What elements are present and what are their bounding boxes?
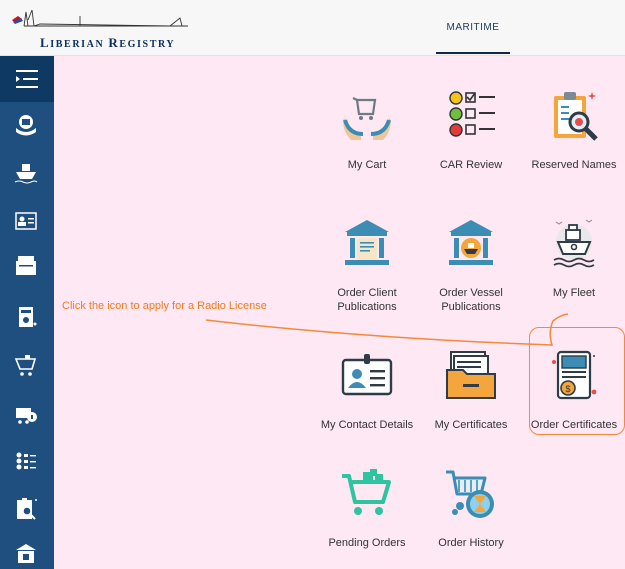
annotation-text: Click the icon to apply for a Radio Lice…: [62, 300, 267, 312]
clipboard-search-icon: [554, 92, 598, 141]
cart-icon[interactable]: [13, 353, 39, 379]
cart-hourglass-icon: [446, 470, 494, 518]
id-card-icon: [341, 354, 393, 396]
tile-my-certificates-label: My Certificates: [434, 419, 508, 431]
checklist-icon: [449, 91, 495, 137]
reserved-names-icon[interactable]: [13, 496, 39, 522]
tile-order-vessel-publications[interactable]: Order Vessel Publications: [416, 216, 526, 314]
building-ship-icon: [449, 220, 493, 265]
tile-reserved-names[interactable]: Reserved Names: [523, 88, 625, 172]
certificate-order-icon[interactable]: [13, 304, 39, 330]
tile-pending-orders[interactable]: Pending Orders: [312, 466, 422, 550]
tile-my-contact-details[interactable]: My Contact Details: [312, 348, 422, 432]
logo-wordmark: LIBERIAN REGISTRY: [40, 35, 176, 50]
tile-order-vessel-publications-label: Order Vessel Publications: [416, 286, 526, 314]
tile-my-cart-label: My Cart: [347, 159, 387, 171]
tile-order-client-publications-label: Order Client Publications: [312, 286, 422, 314]
tile-order-history[interactable]: Order History: [416, 466, 526, 550]
tile-car-review-label: CAR Review: [439, 159, 503, 171]
contact-card-icon[interactable]: [13, 208, 39, 234]
tile-my-certificates[interactable]: My Certificates: [416, 348, 526, 432]
order-history-icon[interactable]: [13, 402, 39, 428]
label-line-1: Order Vessel: [439, 287, 503, 299]
tile-my-cart[interactable]: My Cart: [312, 88, 422, 172]
tile-reserved-names-label: Reserved Names: [531, 159, 617, 171]
tile-order-history-label: Order History: [438, 537, 504, 549]
ship-icon[interactable]: [13, 159, 39, 185]
building-document-icon: [345, 220, 389, 265]
label-line-2: Publications: [441, 301, 501, 313]
cart-hands-icon: [343, 97, 391, 140]
left-sidebar: [0, 56, 54, 569]
car-review-icon[interactable]: [13, 448, 39, 474]
liberian-registry-logo[interactable]: LIBERIAN REGISTRY: [10, 6, 190, 50]
highlight-box-order-certificates: [529, 327, 625, 435]
folder-icon: [446, 351, 496, 399]
tile-pending-orders-label: Pending Orders: [328, 537, 406, 549]
tile-my-contact-details-label: My Contact Details: [320, 419, 414, 431]
tab-maritime[interactable]: MARITIME: [436, 0, 510, 56]
tile-order-client-publications[interactable]: Order Client Publications: [312, 216, 422, 314]
publications-icon[interactable]: [13, 541, 39, 567]
ship-icon: [553, 219, 595, 268]
tile-my-fleet-label: My Fleet: [552, 287, 596, 299]
menu-toggle-button[interactable]: [0, 56, 54, 102]
skyline-logo-icon: [12, 9, 188, 27]
tile-my-fleet[interactable]: My Fleet: [523, 216, 625, 300]
label-line-2: Publications: [337, 301, 397, 313]
menu-icon: [16, 70, 38, 88]
hands-shield-icon[interactable]: [13, 112, 39, 138]
label-line-1: Order Client: [337, 287, 397, 299]
active-tab-underline: [436, 52, 510, 54]
tab-maritime-label: MARITIME: [446, 22, 500, 33]
certificates-folder-icon[interactable]: [13, 253, 39, 279]
top-header: LIBERIAN REGISTRY MARITIME: [0, 0, 625, 56]
shopping-cart-icon: [342, 469, 391, 515]
tile-car-review[interactable]: CAR Review: [416, 88, 526, 172]
